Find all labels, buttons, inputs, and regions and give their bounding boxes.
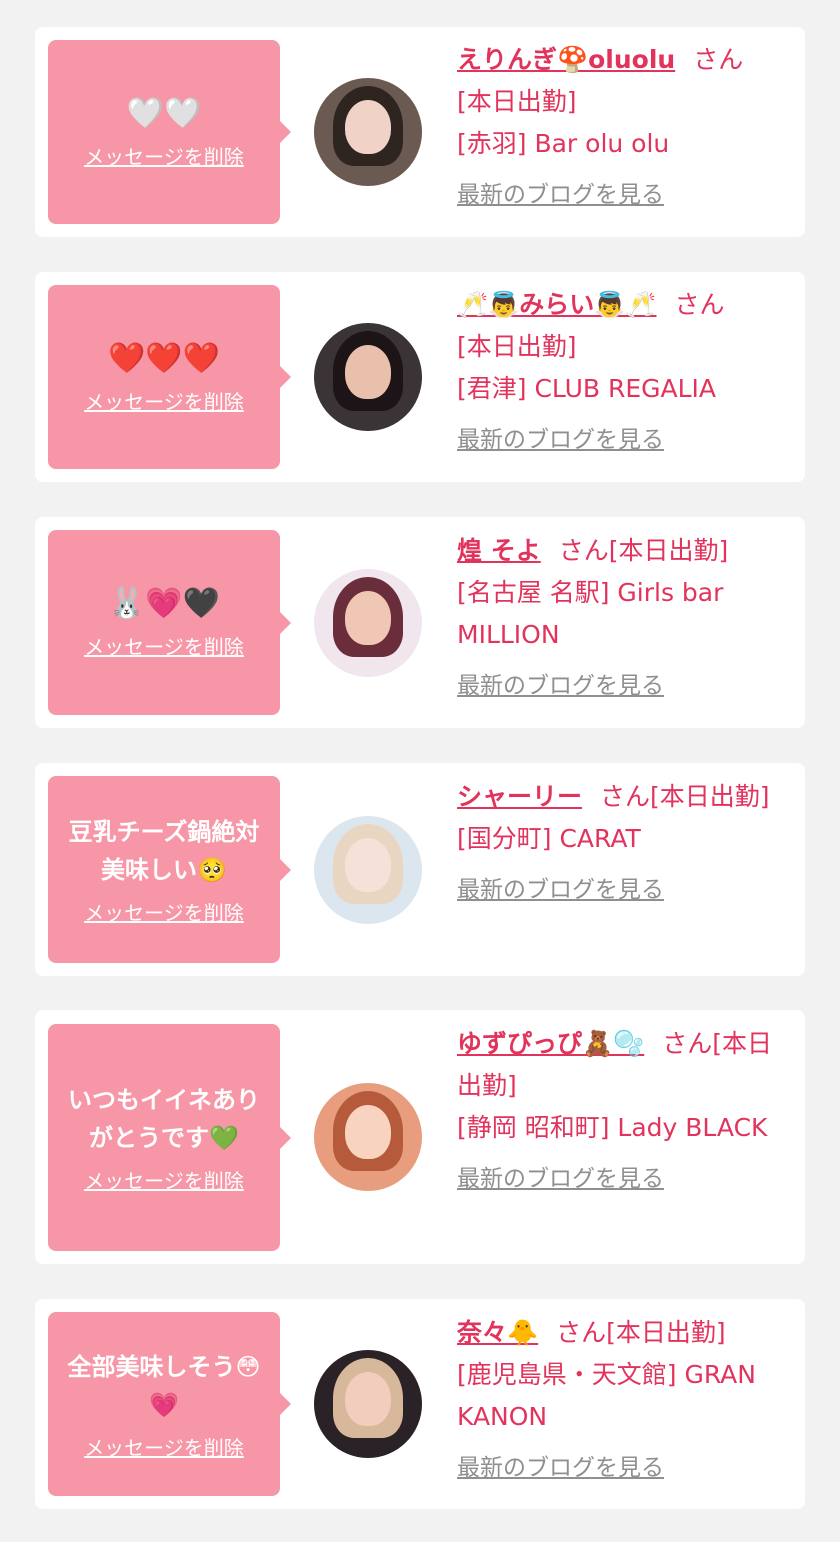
list-item: 全部美味しそう😳💗 メッセージを削除 奈々🐥 さん[本日出勤] [鹿児島県・天文館… bbox=[35, 1299, 805, 1509]
delete-message-link[interactable]: メッセージを削除 bbox=[84, 141, 244, 170]
cast-name-link[interactable]: 煌 そよ bbox=[457, 536, 541, 565]
delete-message-link[interactable]: メッセージを削除 bbox=[84, 1432, 244, 1461]
honorific: さん bbox=[556, 1318, 607, 1347]
honorific: さん bbox=[558, 536, 609, 565]
list-item: 🐰💗🖤 メッセージを削除 煌 そよ さん[本日出勤] [名古屋 名駅] Girls… bbox=[35, 517, 805, 728]
status-text: [本日出勤] bbox=[457, 87, 577, 116]
cast-info: 煌 そよ さん[本日出勤] [名古屋 名駅] Girls bar MILLION … bbox=[457, 530, 797, 708]
list-item: いつもイイネありがとうです💚 メッセージを削除 ゆずぴっぴ🧸🫧 さん[本日出勤] … bbox=[35, 1010, 805, 1264]
avatar[interactable] bbox=[314, 1350, 422, 1458]
shop-text: [静岡 昭和町] Lady BLACK bbox=[457, 1113, 768, 1142]
message-bubble: 全部美味しそう😳💗 メッセージを削除 bbox=[48, 1312, 291, 1496]
cast-info: 🥂👼みらい👼🥂 さん [本日出勤] [君津] CLUB REGALIA 最新のブロ… bbox=[457, 284, 797, 462]
message-text: 豆乳チーズ鍋絶対美味しい🥺 bbox=[68, 818, 260, 884]
cast-info: 奈々🐥 さん[本日出勤] [鹿児島県・天文館] GRAN KANON 最新のブログ… bbox=[457, 1312, 797, 1490]
avatar-face bbox=[345, 345, 391, 399]
cast-name-link[interactable]: シャーリー bbox=[457, 782, 582, 811]
latest-blog-link[interactable]: 最新のブログを見る bbox=[457, 418, 664, 462]
latest-blog-link[interactable]: 最新のブログを見る bbox=[457, 664, 664, 708]
avatar[interactable] bbox=[314, 569, 422, 677]
list-item: 🤍🤍 メッセージを削除 えりんぎ🍄oluolu さん [本日出勤] [赤羽] Ba… bbox=[35, 27, 805, 237]
message-bubble: いつもイイネありがとうです💚 メッセージを削除 bbox=[48, 1024, 291, 1251]
message-text: ❤️❤️❤️ bbox=[107, 340, 221, 376]
shop-text: [君津] CLUB REGALIA bbox=[457, 374, 717, 403]
message-text: 🤍🤍 bbox=[126, 95, 202, 131]
honorific: さん bbox=[674, 290, 725, 319]
shop-text: [名古屋 名駅] Girls bar MILLION bbox=[457, 578, 724, 649]
avatar[interactable] bbox=[314, 78, 422, 186]
cast-info: シャーリー さん[本日出勤] [国分町] CARAT 最新のブログを見る bbox=[457, 776, 797, 912]
cast-info: えりんぎ🍄oluolu さん [本日出勤] [赤羽] Bar olu olu 最新… bbox=[457, 39, 797, 217]
message-bubble: 🐰💗🖤 メッセージを削除 bbox=[48, 530, 291, 715]
message-bubble: ❤️❤️❤️ メッセージを削除 bbox=[48, 285, 291, 469]
latest-blog-link[interactable]: 最新のブログを見る bbox=[457, 868, 664, 912]
cast-name-link[interactable]: えりんぎ🍄oluolu bbox=[457, 45, 675, 74]
cast-name-link[interactable]: ゆずぴっぴ🧸🫧 bbox=[457, 1029, 644, 1058]
delete-message-link[interactable]: メッセージを削除 bbox=[84, 631, 244, 660]
shop-text: [赤羽] Bar olu olu bbox=[457, 129, 670, 158]
shop-text: [国分町] CARAT bbox=[457, 824, 641, 853]
delete-message-link[interactable]: メッセージを削除 bbox=[84, 897, 244, 926]
delete-message-link[interactable]: メッセージを削除 bbox=[84, 386, 244, 415]
latest-blog-link[interactable]: 最新のブログを見る bbox=[457, 1446, 664, 1490]
list-item: ❤️❤️❤️ メッセージを削除 🥂👼みらい👼🥂 さん [本日出勤] [君津] CL… bbox=[35, 272, 805, 482]
honorific: さん bbox=[662, 1029, 713, 1058]
cast-name-link[interactable]: 🥂👼みらい👼🥂 bbox=[457, 290, 657, 319]
avatar-face bbox=[345, 1372, 391, 1426]
status-text: [本日出勤] bbox=[606, 1318, 726, 1347]
message-text: 🐰💗🖤 bbox=[107, 586, 221, 621]
avatar-face bbox=[345, 838, 391, 892]
status-text: [本日出勤] bbox=[650, 782, 770, 811]
message-text: 全部美味しそう😳💗 bbox=[67, 1352, 261, 1419]
delete-message-link[interactable]: メッセージを削除 bbox=[84, 1165, 244, 1194]
message-text: いつもイイネありがとうです💚 bbox=[68, 1086, 260, 1152]
list-item: 豆乳チーズ鍋絶対美味しい🥺 メッセージを削除 シャーリー さん[本日出勤] [国分… bbox=[35, 763, 805, 976]
avatar[interactable] bbox=[314, 816, 422, 924]
favorites-list: 🤍🤍 メッセージを削除 えりんぎ🍄oluolu さん [本日出勤] [赤羽] Ba… bbox=[0, 0, 840, 1542]
shop-text: [鹿児島県・天文館] GRAN KANON bbox=[457, 1360, 756, 1431]
avatar-face bbox=[345, 100, 391, 154]
status-text: [本日出勤] bbox=[608, 536, 729, 565]
avatar[interactable] bbox=[314, 1083, 422, 1191]
honorific: さん bbox=[693, 45, 744, 74]
avatar[interactable] bbox=[314, 323, 422, 431]
message-bubble: 豆乳チーズ鍋絶対美味しい🥺 メッセージを削除 bbox=[48, 776, 291, 963]
latest-blog-link[interactable]: 最新のブログを見る bbox=[457, 173, 664, 217]
message-bubble: 🤍🤍 メッセージを削除 bbox=[48, 40, 291, 224]
status-text: [本日出勤] bbox=[457, 332, 577, 361]
honorific: さん bbox=[600, 782, 651, 811]
cast-name-link[interactable]: 奈々🐥 bbox=[457, 1318, 538, 1347]
cast-info: ゆずぴっぴ🧸🫧 さん[本日出勤] [静岡 昭和町] Lady BLACK 最新のブ… bbox=[457, 1023, 797, 1201]
latest-blog-link[interactable]: 最新のブログを見る bbox=[457, 1157, 664, 1201]
avatar-face bbox=[345, 1105, 391, 1159]
avatar-face bbox=[345, 591, 391, 645]
